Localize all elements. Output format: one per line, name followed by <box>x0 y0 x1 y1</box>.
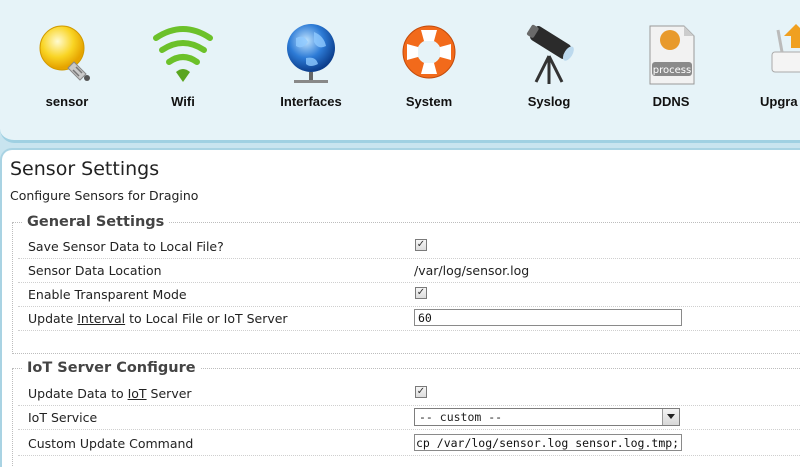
row-save-local: Save Sensor Data to Local File? ✓ <box>18 236 800 259</box>
nav-label: Wifi <box>171 94 195 109</box>
nav-label: DDNS <box>652 94 690 109</box>
main-content: Sensor Settings Configure Sensors for Dr… <box>0 148 800 467</box>
data-location-label: Sensor Data Location <box>28 263 162 278</box>
nav-label: System <box>405 94 453 109</box>
nav-item-syslog[interactable]: Syslog <box>494 10 604 115</box>
row-custom-command: Custom Update Command <box>18 433 800 456</box>
light-bulb-icon <box>39 25 90 81</box>
label-part: to Local File or IoT Server <box>125 311 288 326</box>
save-local-label: Save Sensor Data to Local File? <box>28 239 224 254</box>
row-update-interval: Update Interval to Local File or IoT Ser… <box>18 308 800 331</box>
nav-label: Interfaces <box>280 94 342 109</box>
nav-label: Syslog <box>527 94 571 109</box>
ddns-icon-text: process <box>653 65 691 76</box>
transparent-mode-checkbox[interactable]: ✓ <box>415 287 427 299</box>
nav-item-wifi[interactable]: Wifi <box>128 10 238 115</box>
custom-command-label: Custom Update Command <box>28 436 194 451</box>
nav-item-system[interactable]: System <box>374 10 484 115</box>
update-iot-label: Update Data to IoT Server <box>28 386 192 401</box>
nav-label: Upgra <box>760 94 798 109</box>
data-location-value: /var/log/sensor.log <box>414 263 530 278</box>
iot-service-label: IoT Service <box>28 410 98 425</box>
transparent-mode-label: Enable Transparent Mode <box>28 287 187 302</box>
iot-service-selected: -- custom -- <box>419 410 503 424</box>
page-title: Sensor Settings <box>10 158 160 180</box>
nav-label: sensor <box>45 94 89 109</box>
nav-item-ddns[interactable]: process DDNS <box>616 10 726 115</box>
custom-command-input[interactable] <box>414 434 682 451</box>
row-update-iot: Update Data to IoT Server ✓ <box>18 383 800 406</box>
label-part-underlined: Interval <box>77 311 126 326</box>
lifebuoy-icon <box>402 25 456 79</box>
wifi-icon <box>153 26 213 82</box>
update-iot-checkbox[interactable]: ✓ <box>415 386 427 398</box>
label-part: Update <box>28 311 78 326</box>
chevron-down-icon[interactable] <box>662 409 679 425</box>
label-part-underlined: IoT <box>127 386 147 401</box>
iot-service-select[interactable]: -- custom -- <box>414 408 680 426</box>
label-part: Server <box>146 386 192 401</box>
nav-item-sensor[interactable]: sensor <box>12 10 122 115</box>
general-settings-legend: General Settings <box>27 214 165 230</box>
top-navigation-bar: sensor Wifi Interfaces System Syslog pro… <box>0 0 800 143</box>
update-interval-label: Update Interval to Local File or IoT Ser… <box>28 311 288 326</box>
nav-item-upgrade[interactable]: Upgra <box>736 10 800 115</box>
label-part: Update Data to <box>28 386 128 401</box>
telescope-icon <box>526 24 574 84</box>
upgrade-router-icon <box>771 24 800 73</box>
nav-item-interfaces[interactable]: Interfaces <box>256 10 366 115</box>
globe-network-icon <box>287 24 335 83</box>
iot-server-legend: IoT Server Configure <box>27 360 196 376</box>
row-iot-service: IoT Service -- custom -- <box>18 407 800 430</box>
page-description: Configure Sensors for Dragino <box>10 188 199 203</box>
save-local-checkbox[interactable]: ✓ <box>415 239 427 251</box>
row-data-location: Sensor Data Location /var/log/sensor.log <box>18 260 800 283</box>
process-document-icon: process <box>649 25 695 85</box>
row-transparent-mode: Enable Transparent Mode ✓ <box>18 284 800 307</box>
update-interval-input[interactable] <box>414 309 682 326</box>
